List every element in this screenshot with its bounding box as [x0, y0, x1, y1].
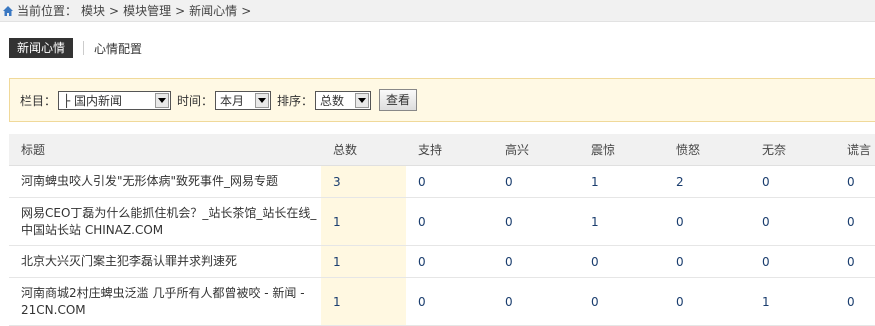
chevron-down-icon[interactable] — [355, 92, 370, 108]
time-select-value: 本月 — [220, 93, 245, 108]
col-header-total[interactable]: 总数 — [321, 134, 406, 166]
breadcrumb-separator: > — [241, 3, 252, 18]
sort-label: 排序： — [277, 93, 314, 108]
cell-lie: 0 — [835, 165, 875, 198]
cell-shock: 0 — [579, 245, 664, 278]
column-label: 栏目： — [20, 93, 57, 108]
cell-total: 3 — [321, 165, 406, 198]
col-header-happy[interactable]: 高兴 — [493, 134, 579, 166]
cell-lie: 0 — [835, 277, 875, 326]
col-header-angry[interactable]: 愤怒 — [664, 134, 750, 166]
cell-support: 0 — [406, 197, 493, 246]
cell-helpless: 0 — [750, 245, 835, 278]
col-header-lie[interactable]: 谎言 — [835, 134, 875, 166]
cell-shock: 1 — [579, 197, 664, 246]
tab-mood-config[interactable]: 心情配置 — [94, 40, 142, 57]
breadcrumb-item-module-manage[interactable]: 模块管理 — [123, 2, 171, 19]
column-select[interactable]: ├ 国内新闻 — [58, 90, 172, 110]
cell-total: 1 — [321, 277, 406, 326]
filter-bar: 栏目： ├ 国内新闻 时间： 本月 排序： 总数 查看 — [9, 78, 875, 122]
tab-divider — [83, 41, 85, 55]
breadcrumb-separator: > — [109, 3, 120, 18]
col-header-shock[interactable]: 震惊 — [579, 134, 664, 166]
cell-happy: 0 — [493, 197, 579, 246]
row-title-link[interactable]: 北京大兴灭门案主犯李磊认罪并求判速死 — [9, 245, 321, 278]
cell-lie: 0 — [835, 245, 875, 278]
breadcrumb-item-news-mood[interactable]: 新闻心情 — [189, 2, 237, 19]
table-row: 河南商城2村庄蜱虫泛滥 几乎所有人都曾被咬 - 新闻 - 21CN.COM 1 … — [9, 277, 875, 326]
cell-helpless: 0 — [750, 197, 835, 246]
table-row: 网易CEO丁磊为什么能抓住机会？_站长茶馆_站长在线_中国站长站 CHINAZ.… — [9, 197, 875, 246]
tab-news-mood[interactable]: 新闻心情 — [9, 38, 74, 58]
cell-happy: 0 — [493, 165, 579, 198]
table-row: 北京大兴灭门案主犯李磊认罪并求判速死 1 0 0 0 0 0 0 — [9, 245, 875, 278]
row-title-link[interactable]: 河南蜱虫咬人引发"无形体病"致死事件_网易专题 — [9, 165, 321, 198]
cell-happy: 0 — [493, 277, 579, 326]
col-header-helpless[interactable]: 无奈 — [750, 134, 835, 166]
chevron-down-icon[interactable] — [155, 92, 170, 108]
row-title-link[interactable]: 河南商城2村庄蜱虫泛滥 几乎所有人都曾被咬 - 新闻 - 21CN.COM — [9, 277, 321, 326]
breadcrumb: 当前位置： 模块 > 模块管理 > 新闻心情 > — [0, 0, 875, 22]
column-select-value: ├ 国内新闻 — [63, 93, 123, 108]
cell-helpless: 0 — [750, 165, 835, 198]
tab-bar: 新闻心情 心情配置 — [9, 38, 142, 58]
cell-support: 0 — [406, 245, 493, 278]
cell-lie: 0 — [835, 197, 875, 246]
time-label: 时间： — [177, 93, 214, 108]
breadcrumb-label: 当前位置： — [17, 4, 78, 18]
breadcrumb-separator: > — [175, 3, 186, 18]
time-select[interactable]: 本月 — [215, 90, 272, 110]
col-header-support[interactable]: 支持 — [406, 134, 493, 166]
cell-happy: 0 — [493, 245, 579, 278]
cell-total: 1 — [321, 245, 406, 278]
cell-support: 0 — [406, 277, 493, 326]
cell-angry: 0 — [664, 197, 750, 246]
sort-select-value: 总数 — [320, 93, 345, 108]
mood-table: 标题 总数 支持 高兴 震惊 愤怒 无奈 谎言 河南蜱虫咬人引发"无形体病"致死… — [9, 134, 875, 326]
table-row: 河南蜱虫咬人引发"无形体病"致死事件_网易专题 3 0 0 1 2 0 0 — [9, 165, 875, 198]
sort-select[interactable]: 总数 — [315, 90, 372, 110]
view-button[interactable]: 查看 — [379, 89, 418, 111]
cell-shock: 0 — [579, 277, 664, 326]
cell-support: 0 — [406, 165, 493, 198]
table-header-row: 标题 总数 支持 高兴 震惊 愤怒 无奈 谎言 — [9, 134, 875, 166]
home-icon — [3, 5, 13, 16]
cell-helpless: 1 — [750, 277, 835, 326]
cell-angry: 2 — [664, 165, 750, 198]
cell-angry: 0 — [664, 277, 750, 326]
cell-angry: 0 — [664, 245, 750, 278]
breadcrumb-item-module[interactable]: 模块 — [81, 2, 105, 19]
row-title-link[interactable]: 网易CEO丁磊为什么能抓住机会？_站长茶馆_站长在线_中国站长站 CHINAZ.… — [9, 197, 321, 246]
chevron-down-icon[interactable] — [255, 92, 270, 108]
col-header-title[interactable]: 标题 — [9, 134, 321, 166]
cell-total: 1 — [321, 197, 406, 246]
cell-shock: 1 — [579, 165, 664, 198]
